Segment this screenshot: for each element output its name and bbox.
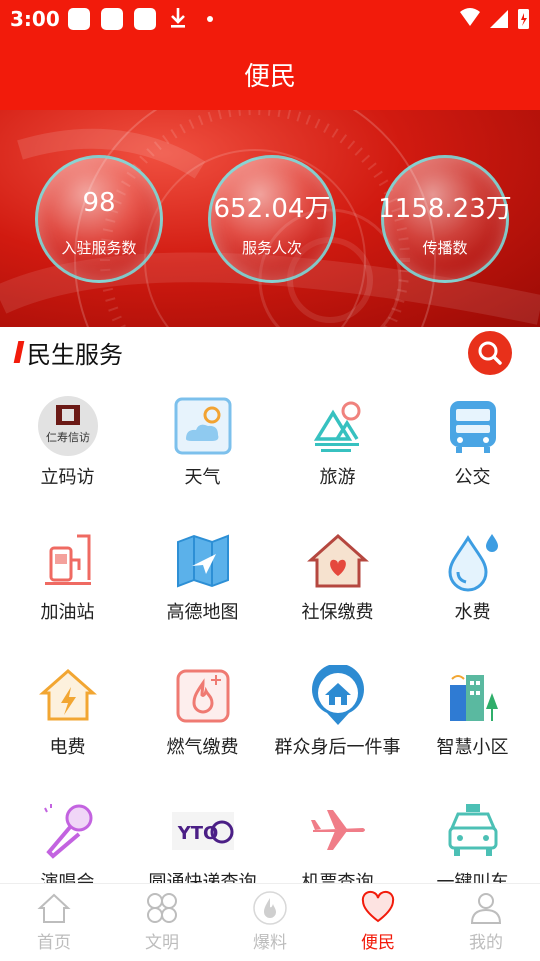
nav-label: 我的 (469, 933, 503, 953)
service-label: 智慧小区 (436, 737, 509, 758)
stat-value: 652.04万 (213, 194, 331, 224)
service-item-concert[interactable]: 演唱会 (0, 788, 135, 883)
page-title: 便民 (243, 62, 296, 92)
travel-icon (313, 401, 361, 452)
notification-icon (134, 8, 156, 30)
stat-value: 1158.23万 (378, 194, 512, 224)
service-item-taxi[interactable]: 一键叫车 (405, 788, 540, 883)
section-title: 民生服务 (27, 341, 123, 369)
service-item-electricity[interactable]: 电费 (0, 653, 135, 788)
bottom-nav: 首页 文明 爆料 便民 我的 (0, 883, 540, 961)
profile-icon (470, 893, 502, 924)
service-label: 社保缴费 (301, 602, 374, 623)
service-label: 电费 (49, 737, 86, 758)
status-bar: 3:00 (0, 0, 540, 38)
visit-logo-icon: 仁寿信访 (38, 396, 98, 456)
map-icon (177, 534, 229, 588)
nav-item-civilization[interactable]: 文明 (108, 884, 216, 961)
nav-item-report[interactable]: 爆料 (216, 884, 324, 961)
service-label: 圆通快递查询 (148, 872, 257, 883)
section-header: 民生服务 (0, 327, 540, 383)
stat-value: 98 (82, 188, 116, 218)
nav-item-convenience[interactable]: 便民 (324, 884, 432, 961)
more-notifications-icon (207, 16, 213, 22)
gas-station-icon (45, 534, 91, 585)
stat-label: 入驻服务数 (61, 239, 137, 257)
service-label: 旅游 (319, 467, 356, 488)
signal-icon (490, 10, 508, 28)
header: 便民 (0, 38, 540, 110)
electricity-icon (39, 669, 97, 721)
stat-label: 传播数 (422, 239, 468, 257)
stat-bubble-visits: 652.04万 服务人次 (208, 155, 336, 283)
home-icon (37, 893, 71, 923)
service-label: 一键叫车 (436, 872, 509, 883)
water-drop-icon (448, 534, 498, 592)
logo-text: 仁寿信访 (46, 430, 90, 444)
smart-community-icon (450, 675, 498, 721)
service-label: 高德地图 (166, 602, 239, 623)
service-label: 立码访 (40, 467, 95, 488)
service-label: 燃气缴费 (166, 737, 239, 758)
social-security-icon (307, 533, 369, 588)
stat-bubble-services: 98 入驻服务数 (35, 155, 163, 283)
stats-banner: 98 入驻服务数 652.04万 服务人次 1158.23万 传播数 (0, 110, 540, 327)
service-item-weather[interactable]: 天气 (135, 383, 270, 518)
service-label: 加油站 (40, 602, 95, 623)
nav-label: 爆料 (253, 933, 287, 953)
service-item-bus[interactable]: 公交 (405, 383, 540, 518)
notification-icon (68, 8, 90, 30)
yto-logo-icon: YTO (172, 812, 234, 850)
search-icon (478, 341, 502, 365)
service-label: 水费 (454, 602, 491, 623)
nav-item-profile[interactable]: 我的 (432, 884, 540, 961)
service-item-map[interactable]: 高德地图 (135, 518, 270, 653)
notification-icon (101, 8, 123, 30)
status-time: 3:00 (10, 7, 60, 31)
search-button[interactable] (468, 331, 512, 375)
section-marker (13, 341, 25, 363)
service-item-after-death-affairs[interactable]: 群众身后一件事 (270, 653, 405, 788)
service-item-water[interactable]: 水费 (405, 518, 540, 653)
service-label: 群众身后一件事 (274, 737, 401, 758)
nav-label: 首页 (37, 933, 71, 953)
service-label: 公交 (454, 467, 491, 488)
bus-icon (450, 401, 496, 453)
service-item-travel[interactable]: 旅游 (270, 383, 405, 518)
house-pin-icon (312, 665, 364, 725)
service-label: 演唱会 (40, 872, 95, 883)
service-item-flight[interactable]: 机票查询 (270, 788, 405, 883)
service-item-smart-community[interactable]: 智慧小区 (405, 653, 540, 788)
service-item-gas-fee[interactable]: 燃气缴费 (135, 653, 270, 788)
service-item-yto-express[interactable]: YTO 圆通快递查询 (135, 788, 270, 883)
service-item-gas-station[interactable]: 加油站 (0, 518, 135, 653)
service-item-social-security[interactable]: 社保缴费 (270, 518, 405, 653)
stat-label: 服务人次 (241, 239, 302, 257)
wifi-icon (460, 8, 480, 26)
flame-icon (253, 891, 287, 925)
gas-fee-icon (176, 669, 230, 723)
service-grid: 仁寿信访 立码访 天气 旅游 公交 加油站 高德地图 社保缴费 水费 电费 燃气… (0, 383, 540, 883)
nav-label: 便民 (361, 933, 395, 953)
microphone-icon (44, 804, 93, 859)
nav-item-home[interactable]: 首页 (0, 884, 108, 961)
stat-bubble-spread: 1158.23万 传播数 (378, 155, 512, 283)
status-icons (460, 8, 529, 29)
civilization-icon (147, 893, 177, 923)
nav-label: 文明 (145, 933, 179, 953)
taxi-icon (448, 804, 498, 856)
service-label: 天气 (184, 467, 221, 488)
service-item-visit[interactable]: 仁寿信访 立码访 (0, 383, 135, 518)
service-label: 机票查询 (301, 872, 374, 883)
airplane-icon (311, 810, 365, 850)
download-icon (171, 8, 185, 28)
weather-icon (174, 397, 232, 455)
heart-icon (361, 890, 395, 923)
